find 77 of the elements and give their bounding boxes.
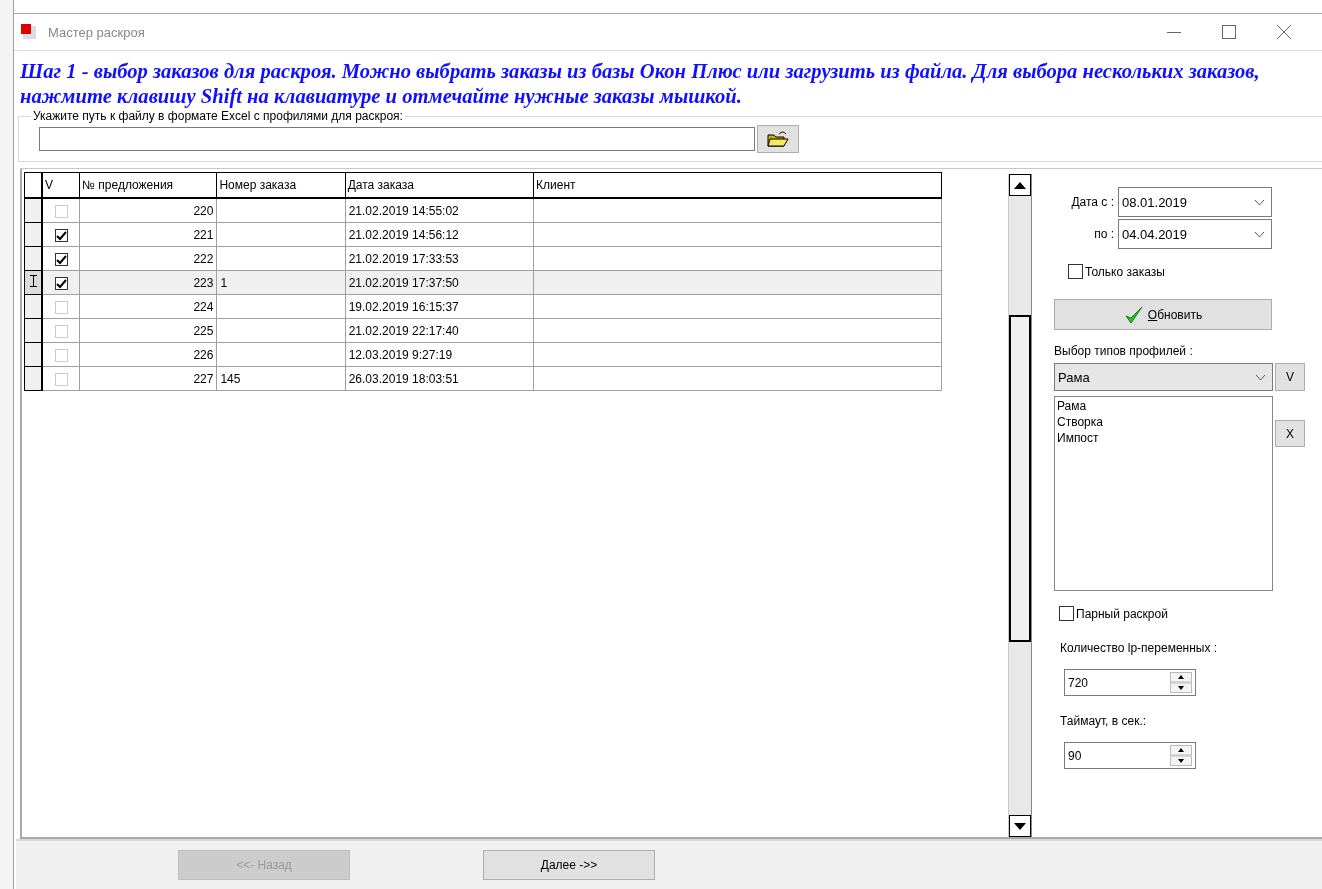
checkmark-icon <box>55 230 67 241</box>
table-cell: 222 <box>79 246 217 271</box>
table-cell: 220 <box>79 198 217 223</box>
row-indicator[interactable] <box>24 246 43 271</box>
folder-icon <box>767 130 789 148</box>
table-cell: 12.03.2019 9:27:19 <box>345 342 534 367</box>
row-indicator[interactable] <box>24 342 43 367</box>
column-header[interactable]: Клиент <box>533 172 942 198</box>
table-cell: 21.02.2019 17:37:50 <box>345 270 534 295</box>
checkbox[interactable] <box>54 252 68 266</box>
table-cell: 26.03.2019 18:03:51 <box>345 366 534 391</box>
table-cell: 225 <box>79 318 217 343</box>
lp-count-label: Количество lp-переменных : <box>1060 641 1219 655</box>
list-item[interactable]: Створка <box>1057 414 1270 430</box>
checkbox[interactable] <box>54 276 68 290</box>
column-header[interactable]: V <box>42 172 80 198</box>
table-cell: 145 <box>216 366 346 391</box>
checkmark-icon <box>1123 304 1144 325</box>
date-from-label: Дата с : <box>1070 195 1114 209</box>
row-indicator[interactable] <box>24 270 43 295</box>
list-item[interactable]: Рама <box>1057 398 1270 414</box>
row-indicator[interactable] <box>24 198 43 223</box>
row-indicator[interactable] <box>24 222 43 247</box>
next-button[interactable]: Далее ->> <box>483 850 655 880</box>
table-cell: 223 <box>79 270 217 295</box>
caret-icon <box>1255 373 1266 381</box>
remove-profile-button[interactable]: X <box>1275 420 1305 447</box>
text-cursor-icon <box>29 275 37 287</box>
spin-buttons-icon[interactable] <box>1170 672 1192 693</box>
group-label: Укажите путь к файлу в формате Excel с профилями для раскроя: <box>32 109 404 123</box>
table-cell: 21.02.2019 14:55:02 <box>345 198 534 223</box>
vertical-scrollbar[interactable] <box>1008 174 1032 837</box>
close-icon[interactable] <box>1277 25 1291 39</box>
file-path-field[interactable] <box>39 127 755 151</box>
column-header[interactable]: Дата заказа <box>345 172 534 198</box>
table-cell: 227 <box>79 366 217 391</box>
row-indicator[interactable] <box>24 318 43 343</box>
app-icon <box>20 23 38 41</box>
refresh-button[interactable]: Обновить <box>1054 299 1272 330</box>
row-indicator[interactable] <box>24 366 43 391</box>
profile-type-dropdown[interactable]: Рама <box>1054 363 1273 391</box>
date-to-label: по : <box>1093 227 1114 241</box>
profile-types-label: Выбор типов профилей : <box>1054 344 1194 358</box>
table-cell: 21.02.2019 14:56:12 <box>345 222 534 247</box>
date-to-picker[interactable]: 04.04.2019 <box>1118 219 1272 249</box>
scroll-down-icon[interactable] <box>1009 815 1031 837</box>
column-header[interactable]: Номер заказа <box>216 172 346 198</box>
scroll-up-icon[interactable] <box>1009 174 1031 196</box>
checkmark-icon <box>55 254 67 265</box>
table-cell: 21.02.2019 17:33:53 <box>345 246 534 271</box>
row-indicator[interactable] <box>24 294 43 319</box>
only-orders-checkbox[interactable]: Только заказы <box>1068 264 1322 279</box>
table-cell: 221 <box>79 222 217 247</box>
date-from-picker[interactable]: 08.01.2019 <box>1118 187 1272 217</box>
caret-icon <box>1254 198 1265 206</box>
row-indicator-header <box>24 172 43 198</box>
table-cell: 21.02.2019 22:17:40 <box>345 318 534 343</box>
column-header[interactable]: № предложения <box>79 172 217 198</box>
table-cell: 226 <box>79 342 217 367</box>
table-cell: 19.02.2019 16:15:37 <box>345 294 534 319</box>
add-profile-button[interactable]: V <box>1275 363 1305 391</box>
checkmark-icon <box>55 278 67 289</box>
timeout-field[interactable]: 90 <box>1064 742 1196 769</box>
list-item[interactable]: Импост <box>1057 430 1270 446</box>
instruction-text: Шаг 1 - выбор заказов для раскроя. Можно выбрать заказы из базы Окон Плюс или загрузить из файла. Для выбора нескольких заказов, нажмите клавишу Shift на клавиатуре и отмечайте нужные заказы мышкой. <box>19 59 1261 109</box>
checkbox[interactable] <box>54 228 68 242</box>
open-folder-button[interactable] <box>757 125 799 153</box>
lp-count-field[interactable]: 720 <box>1064 669 1196 696</box>
caret-icon <box>1254 230 1265 238</box>
table-cell: 1 <box>216 270 346 295</box>
table-cell: 224 <box>79 294 217 319</box>
scroll-thumb[interactable] <box>1009 315 1031 642</box>
window-title: Мастер раскроя <box>48 24 146 40</box>
maximize-icon[interactable] <box>1222 25 1236 39</box>
spin-buttons-icon[interactable] <box>1170 745 1192 766</box>
timeout-label: Таймаут, в сек.: <box>1060 714 1148 728</box>
paired-cut-checkbox[interactable]: Парный раскрой <box>1059 606 1322 621</box>
